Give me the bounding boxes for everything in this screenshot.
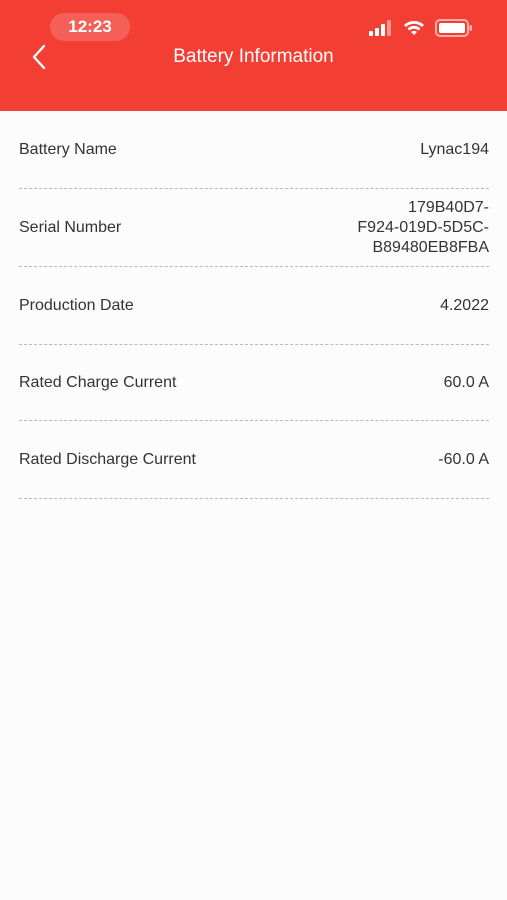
- info-row-battery-name: Battery Name Lynac194: [19, 111, 489, 189]
- row-label: Serial Number: [19, 218, 122, 236]
- info-row-rated-discharge-current: Rated Discharge Current -60.0 A: [19, 421, 489, 499]
- row-label: Rated Charge Current: [19, 373, 177, 391]
- cellular-signal-icon: [369, 20, 391, 36]
- status-time: 12:23: [50, 13, 130, 41]
- row-label: Battery Name: [19, 140, 117, 158]
- page-title: Battery Information: [173, 46, 334, 67]
- row-label: Rated Discharge Current: [19, 450, 196, 468]
- serial-line: 179B40D7-: [408, 198, 489, 216]
- row-value: 60.0 A: [443, 373, 489, 391]
- serial-line: F924-019D-5D5C-: [357, 218, 489, 236]
- row-value: -60.0 A: [438, 450, 489, 468]
- row-value: 4.2022: [440, 296, 489, 314]
- info-row-serial-number: Serial Number 179B40D7- F924-019D-5D5C- …: [19, 189, 489, 267]
- row-label: Production Date: [19, 296, 134, 314]
- battery-icon: [435, 19, 472, 37]
- serial-line: B89480EB8FBA: [372, 238, 489, 256]
- info-row-rated-charge-current: Rated Charge Current 60.0 A: [19, 345, 489, 421]
- row-value: Lynac194: [420, 140, 489, 158]
- info-row-production-date: Production Date 4.2022: [19, 267, 489, 345]
- header-bar: 12:23 Battery Information: [0, 0, 507, 111]
- row-value: 179B40D7- F924-019D-5D5C- B89480EB8FBA: [357, 198, 489, 258]
- wifi-icon: [404, 21, 424, 35]
- battery-info-list: Battery Name Lynac194 Serial Number 179B…: [19, 111, 489, 499]
- status-icons: [369, 19, 473, 37]
